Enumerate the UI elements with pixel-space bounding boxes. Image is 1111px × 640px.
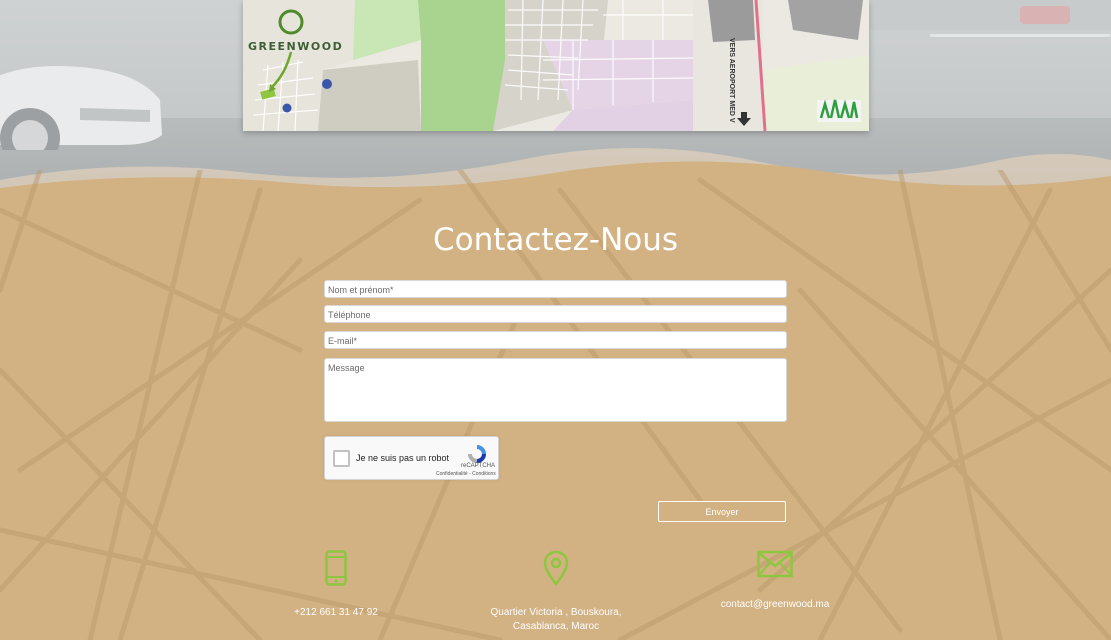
email-input[interactable]: E-mail* <box>324 331 787 349</box>
recaptcha-icon <box>468 445 486 463</box>
phone-input[interactable]: Téléphone <box>324 305 787 323</box>
location-map[interactable]: GREENWOOD <box>243 0 869 131</box>
recaptcha-terms-link[interactable]: Confidentialité - Conditions <box>436 471 496 477</box>
email-info: contact@greenwood.ma <box>675 550 875 612</box>
recaptcha-brand: reCAPTCHA <box>461 463 496 469</box>
phone-icon <box>325 550 347 586</box>
recaptcha-label: Je ne suis pas un robot <box>356 453 450 463</box>
map-road-label: VERS AEROPORT MED V <box>728 38 735 123</box>
email-address[interactable]: contact@greenwood.ma <box>675 598 875 612</box>
address-line-2: Casablanca, Maroc <box>512 621 600 632</box>
phone-number[interactable]: +212 661 31 47 92 <box>236 606 436 620</box>
recaptcha-checkbox[interactable] <box>333 450 350 467</box>
message-textarea[interactable]: Message <box>324 358 787 422</box>
send-button[interactable]: Envoyer <box>658 501 786 522</box>
phone-info: +212 661 31 47 92 <box>236 550 436 620</box>
map-logo-text: GREENWOOD <box>248 40 344 53</box>
location-pin-icon <box>543 550 569 586</box>
envelope-icon <box>757 550 793 578</box>
address-info: Quartier Victoria , Bouskoura, Casablanc… <box>456 550 656 634</box>
name-input[interactable]: Nom et prénom* <box>324 280 787 298</box>
background-buildings <box>870 0 1111 37</box>
recaptcha-widget: Je ne suis pas un robot reCAPTCHA Confid… <box>324 436 499 480</box>
address-line-1: Quartier Victoria , Bouskoura, <box>490 607 622 618</box>
contact-title: Contactez-Nous <box>432 222 679 258</box>
